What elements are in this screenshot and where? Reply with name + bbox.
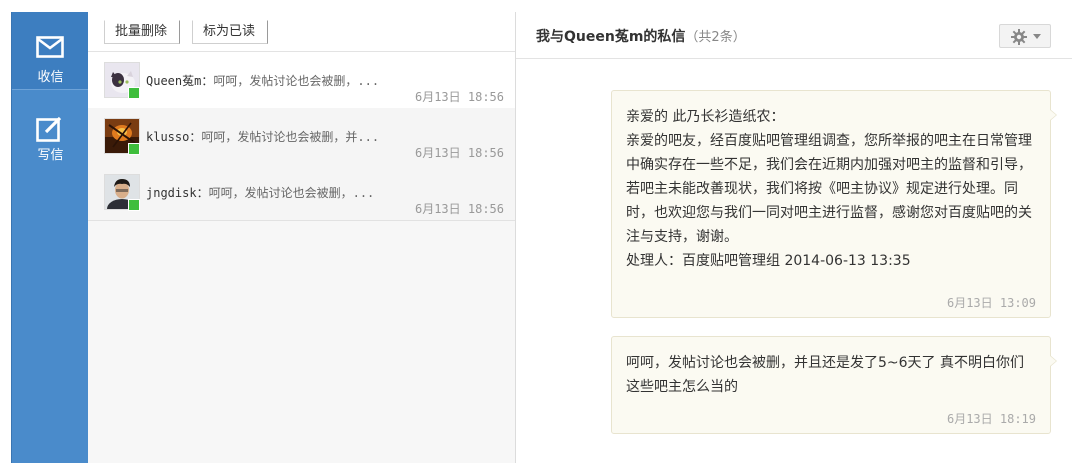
thread-title: 我与Queen菟m的私信	[536, 29, 686, 45]
sender-name[interactable]: Queen菟m	[146, 74, 201, 88]
conversation-time: 6月13日 18:56	[414, 146, 504, 160]
online-status-badge	[128, 143, 140, 155]
settings-dropdown-button[interactable]	[999, 24, 1051, 48]
online-status-badge	[128, 199, 140, 211]
message-thread: 我与Queen菟m的私信（共2条） 亲爱的 此乃长衫造纸农： 亲爱的吧友，经百度…	[516, 12, 1072, 463]
nav-inbox[interactable]: 收信	[12, 12, 89, 89]
gear-icon	[1011, 29, 1027, 45]
conversation-item[interactable]: klusso：呵呵，发帖讨论也会被删，并... 6月13日 18:56	[88, 108, 515, 165]
conversation-preview: klusso：呵呵，发帖讨论也会被删，并...	[146, 128, 446, 145]
name-separator: ：	[189, 130, 202, 144]
list-toolbar: 批量删除 标为已读	[88, 12, 515, 52]
message-time: 6月13日 18:19	[946, 412, 1036, 426]
name-separator: ：	[196, 186, 209, 200]
conversation-list: 批量删除 标为已读 Queen菟m：呵呵，发帖讨论也会被删，... 6月13日 …	[88, 12, 516, 463]
thread-title-wrap: 我与Queen菟m的私信（共2条）	[536, 26, 746, 46]
chevron-down-icon	[1033, 34, 1041, 39]
window-top-margin	[0, 0, 1072, 12]
message-body: 亲爱的 此乃长衫造纸农： 亲爱的吧友，经百度贴吧管理组调查，您所举报的吧主在日常…	[626, 109, 1032, 245]
window-left-margin	[0, 12, 11, 463]
sender-name[interactable]: jngdisk	[146, 186, 197, 200]
sender-name[interactable]: klusso	[146, 130, 189, 144]
edit-icon	[36, 116, 62, 142]
nav-compose[interactable]: 写信	[12, 90, 89, 167]
message-bubble: 呵呵，发帖讨论也会被删，并且还是发了5~6天了 真不明白你们这些吧主怎么当的 6…	[611, 336, 1057, 434]
bubble-tail-inner	[1050, 356, 1056, 366]
conversation-time: 6月13日 18:56	[414, 202, 504, 216]
nav-compose-label: 写信	[37, 148, 64, 163]
conversation-item[interactable]: Queen菟m：呵呵，发帖讨论也会被删，... 6月13日 18:56	[88, 52, 515, 109]
sidebar-nav: 收信 写信	[11, 12, 89, 463]
message-time: 6月13日 13:09	[946, 296, 1036, 310]
bubble-tail-inner	[1050, 110, 1056, 120]
message-count: （共2条）	[685, 30, 746, 45]
envelope-icon	[36, 36, 64, 58]
batch-delete-button[interactable]: 批量删除	[104, 20, 180, 44]
preview-text: 呵呵，发帖讨论也会被删，并...	[201, 130, 380, 144]
online-status-badge	[128, 87, 140, 99]
name-separator: ：	[201, 74, 214, 88]
conversation-item[interactable]: jngdisk：呵呵，发帖讨论也会被删，... 6月13日 18:56	[88, 164, 515, 221]
preview-text: 呵呵，发帖讨论也会被删，...	[208, 186, 375, 200]
conversation-time: 6月13日 18:56	[414, 90, 504, 104]
message-bubble: 亲爱的 此乃长衫造纸农： 亲爱的吧友，经百度贴吧管理组调查，您所举报的吧主在日常…	[611, 90, 1057, 318]
conversation-preview: jngdisk：呵呵，发帖讨论也会被删，...	[146, 184, 446, 201]
thread-header: 我与Queen菟m的私信（共2条）	[516, 12, 1072, 59]
conversation-preview: Queen菟m：呵呵，发帖讨论也会被删，...	[146, 72, 446, 89]
mark-read-button[interactable]: 标为已读	[192, 20, 268, 44]
nav-inbox-label: 收信	[37, 70, 64, 85]
message-body: 呵呵，发帖讨论也会被删，并且还是发了5~6天了 真不明白你们这些吧主怎么当的	[626, 355, 1024, 395]
message-handler: 处理人：百度贴吧管理组 2014-06-13 13:35	[626, 253, 911, 269]
preview-text: 呵呵，发帖讨论也会被删，...	[213, 74, 380, 88]
